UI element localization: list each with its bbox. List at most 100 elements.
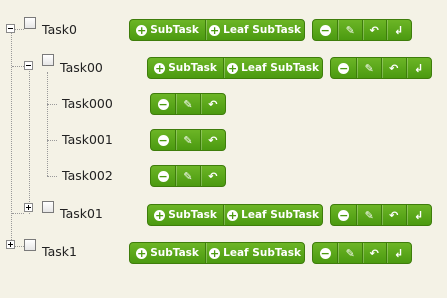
arrow-return-left-icon: ↲: [394, 246, 404, 260]
tree-connector-line: [12, 66, 24, 67]
add-buttons-group: + SubTask + Leaf SubTask: [147, 57, 323, 79]
add-subtask-button[interactable]: + SubTask: [130, 20, 207, 40]
move-up-button[interactable]: ↶: [201, 94, 225, 114]
edit-task-button[interactable]: ✎: [357, 58, 382, 78]
add-buttons-group: + SubTask + Leaf SubTask: [147, 204, 323, 226]
subtask-label: SubTask: [168, 209, 217, 221]
add-leaf-subtask-button[interactable]: + Leaf SubTask: [206, 20, 304, 40]
move-up-button[interactable]: ↶: [382, 58, 407, 78]
add-subtask-button[interactable]: + SubTask: [130, 243, 207, 263]
plus-circle-icon: +: [209, 246, 221, 260]
plus-circle-icon: +: [154, 61, 166, 75]
tree-connector-line: [29, 66, 30, 214]
task-actions-group: − ✎ ↶ ↲: [330, 57, 432, 79]
task-checkbox[interactable]: [42, 54, 54, 66]
delete-task-button[interactable]: −: [331, 205, 358, 225]
add-subtask-button[interactable]: + SubTask: [148, 58, 225, 78]
move-up-button[interactable]: ↶: [201, 166, 225, 186]
arrow-return-up-icon: ↶: [208, 133, 218, 147]
task-actions-group: − ✎ ↶: [150, 93, 226, 115]
edit-task-button[interactable]: ✎: [176, 130, 201, 150]
minus-circle-icon: −: [157, 169, 169, 183]
expand-toggle-icon[interactable]: [24, 203, 33, 212]
minus-circle-icon: −: [319, 246, 331, 260]
plus-circle-icon: +: [227, 208, 239, 222]
move-up-button[interactable]: ↶: [363, 20, 387, 40]
task-checkbox[interactable]: [42, 201, 54, 213]
arrow-return-up-icon: ↶: [369, 23, 379, 37]
delete-task-button[interactable]: −: [313, 20, 339, 40]
add-leaf-subtask-button[interactable]: + Leaf SubTask: [224, 58, 322, 78]
collapse-toggle-icon[interactable]: [24, 61, 33, 70]
plus-circle-icon: +: [154, 208, 166, 222]
edit-task-button[interactable]: ✎: [338, 20, 363, 40]
minus-circle-icon: −: [338, 61, 350, 75]
task-label: Task01: [60, 206, 103, 221]
tree-connector-line: [47, 72, 48, 176]
task-label: Task0: [42, 22, 77, 37]
delete-task-button[interactable]: −: [151, 130, 177, 150]
task-checkbox[interactable]: [24, 239, 36, 251]
task-actions-group: − ✎ ↶: [150, 129, 226, 151]
pencil-icon: ✎: [364, 208, 374, 222]
edit-task-button[interactable]: ✎: [176, 94, 201, 114]
arrow-return-left-icon: ↲: [414, 208, 424, 222]
task-actions-group: − ✎ ↶ ↲: [330, 204, 432, 226]
move-up-button[interactable]: ↶: [363, 243, 387, 263]
minus-circle-icon: −: [338, 208, 350, 222]
leaf-subtask-label: Leaf SubTask: [241, 62, 319, 74]
add-buttons-group: + SubTask + Leaf SubTask: [129, 19, 305, 41]
move-up-button[interactable]: ↶: [201, 130, 225, 150]
task-label: Task002: [62, 168, 113, 183]
collapse-toggle-icon[interactable]: [6, 24, 15, 33]
subtask-label: SubTask: [150, 24, 199, 36]
add-leaf-subtask-button[interactable]: + Leaf SubTask: [224, 205, 322, 225]
minus-circle-icon: −: [157, 133, 169, 147]
edit-task-button[interactable]: ✎: [357, 205, 382, 225]
task-checkbox[interactable]: [24, 17, 36, 29]
move-back-button[interactable]: ↲: [407, 58, 432, 78]
arrow-return-up-icon: ↶: [389, 208, 399, 222]
edit-task-button[interactable]: ✎: [176, 166, 201, 186]
delete-task-button[interactable]: −: [151, 94, 177, 114]
edit-task-button[interactable]: ✎: [338, 243, 363, 263]
add-leaf-subtask-button[interactable]: + Leaf SubTask: [206, 243, 304, 263]
arrow-return-up-icon: ↶: [389, 61, 399, 75]
leaf-subtask-label: Leaf SubTask: [223, 247, 301, 259]
task-actions-group: − ✎ ↶ ↲: [312, 19, 412, 41]
move-back-button[interactable]: ↲: [407, 205, 432, 225]
delete-task-button[interactable]: −: [331, 58, 358, 78]
delete-task-button[interactable]: −: [313, 243, 339, 263]
task-actions-group: − ✎ ↶: [150, 165, 226, 187]
arrow-return-left-icon: ↲: [394, 23, 404, 37]
task-label: Task001: [62, 132, 113, 147]
minus-circle-icon: −: [157, 97, 169, 111]
add-subtask-button[interactable]: + SubTask: [148, 205, 225, 225]
add-buttons-group: + SubTask + Leaf SubTask: [129, 242, 305, 264]
subtask-label: SubTask: [150, 247, 199, 259]
arrow-return-left-icon: ↲: [414, 61, 424, 75]
leaf-subtask-label: Leaf SubTask: [241, 209, 319, 221]
plus-circle-icon: +: [136, 23, 148, 37]
tree-connector-line: [12, 213, 24, 214]
move-up-button[interactable]: ↶: [382, 205, 407, 225]
pencil-icon: ✎: [364, 61, 374, 75]
pencil-icon: ✎: [345, 246, 355, 260]
delete-task-button[interactable]: −: [151, 166, 177, 186]
plus-circle-icon: +: [209, 23, 221, 37]
plus-circle-icon: +: [227, 61, 239, 75]
arrow-return-up-icon: ↶: [208, 169, 218, 183]
leaf-subtask-label: Leaf SubTask: [223, 24, 301, 36]
pencil-icon: ✎: [183, 133, 193, 147]
expand-toggle-icon[interactable]: [6, 240, 15, 249]
pencil-icon: ✎: [345, 23, 355, 37]
plus-circle-icon: +: [136, 246, 148, 260]
pencil-icon: ✎: [183, 97, 193, 111]
move-back-button[interactable]: ↲: [387, 243, 411, 263]
move-back-button[interactable]: ↲: [387, 20, 411, 40]
minus-circle-icon: −: [319, 23, 331, 37]
task-actions-group: − ✎ ↶ ↲: [312, 242, 412, 264]
tree-connector-line: [47, 176, 57, 177]
pencil-icon: ✎: [183, 169, 193, 183]
subtask-label: SubTask: [168, 62, 217, 74]
